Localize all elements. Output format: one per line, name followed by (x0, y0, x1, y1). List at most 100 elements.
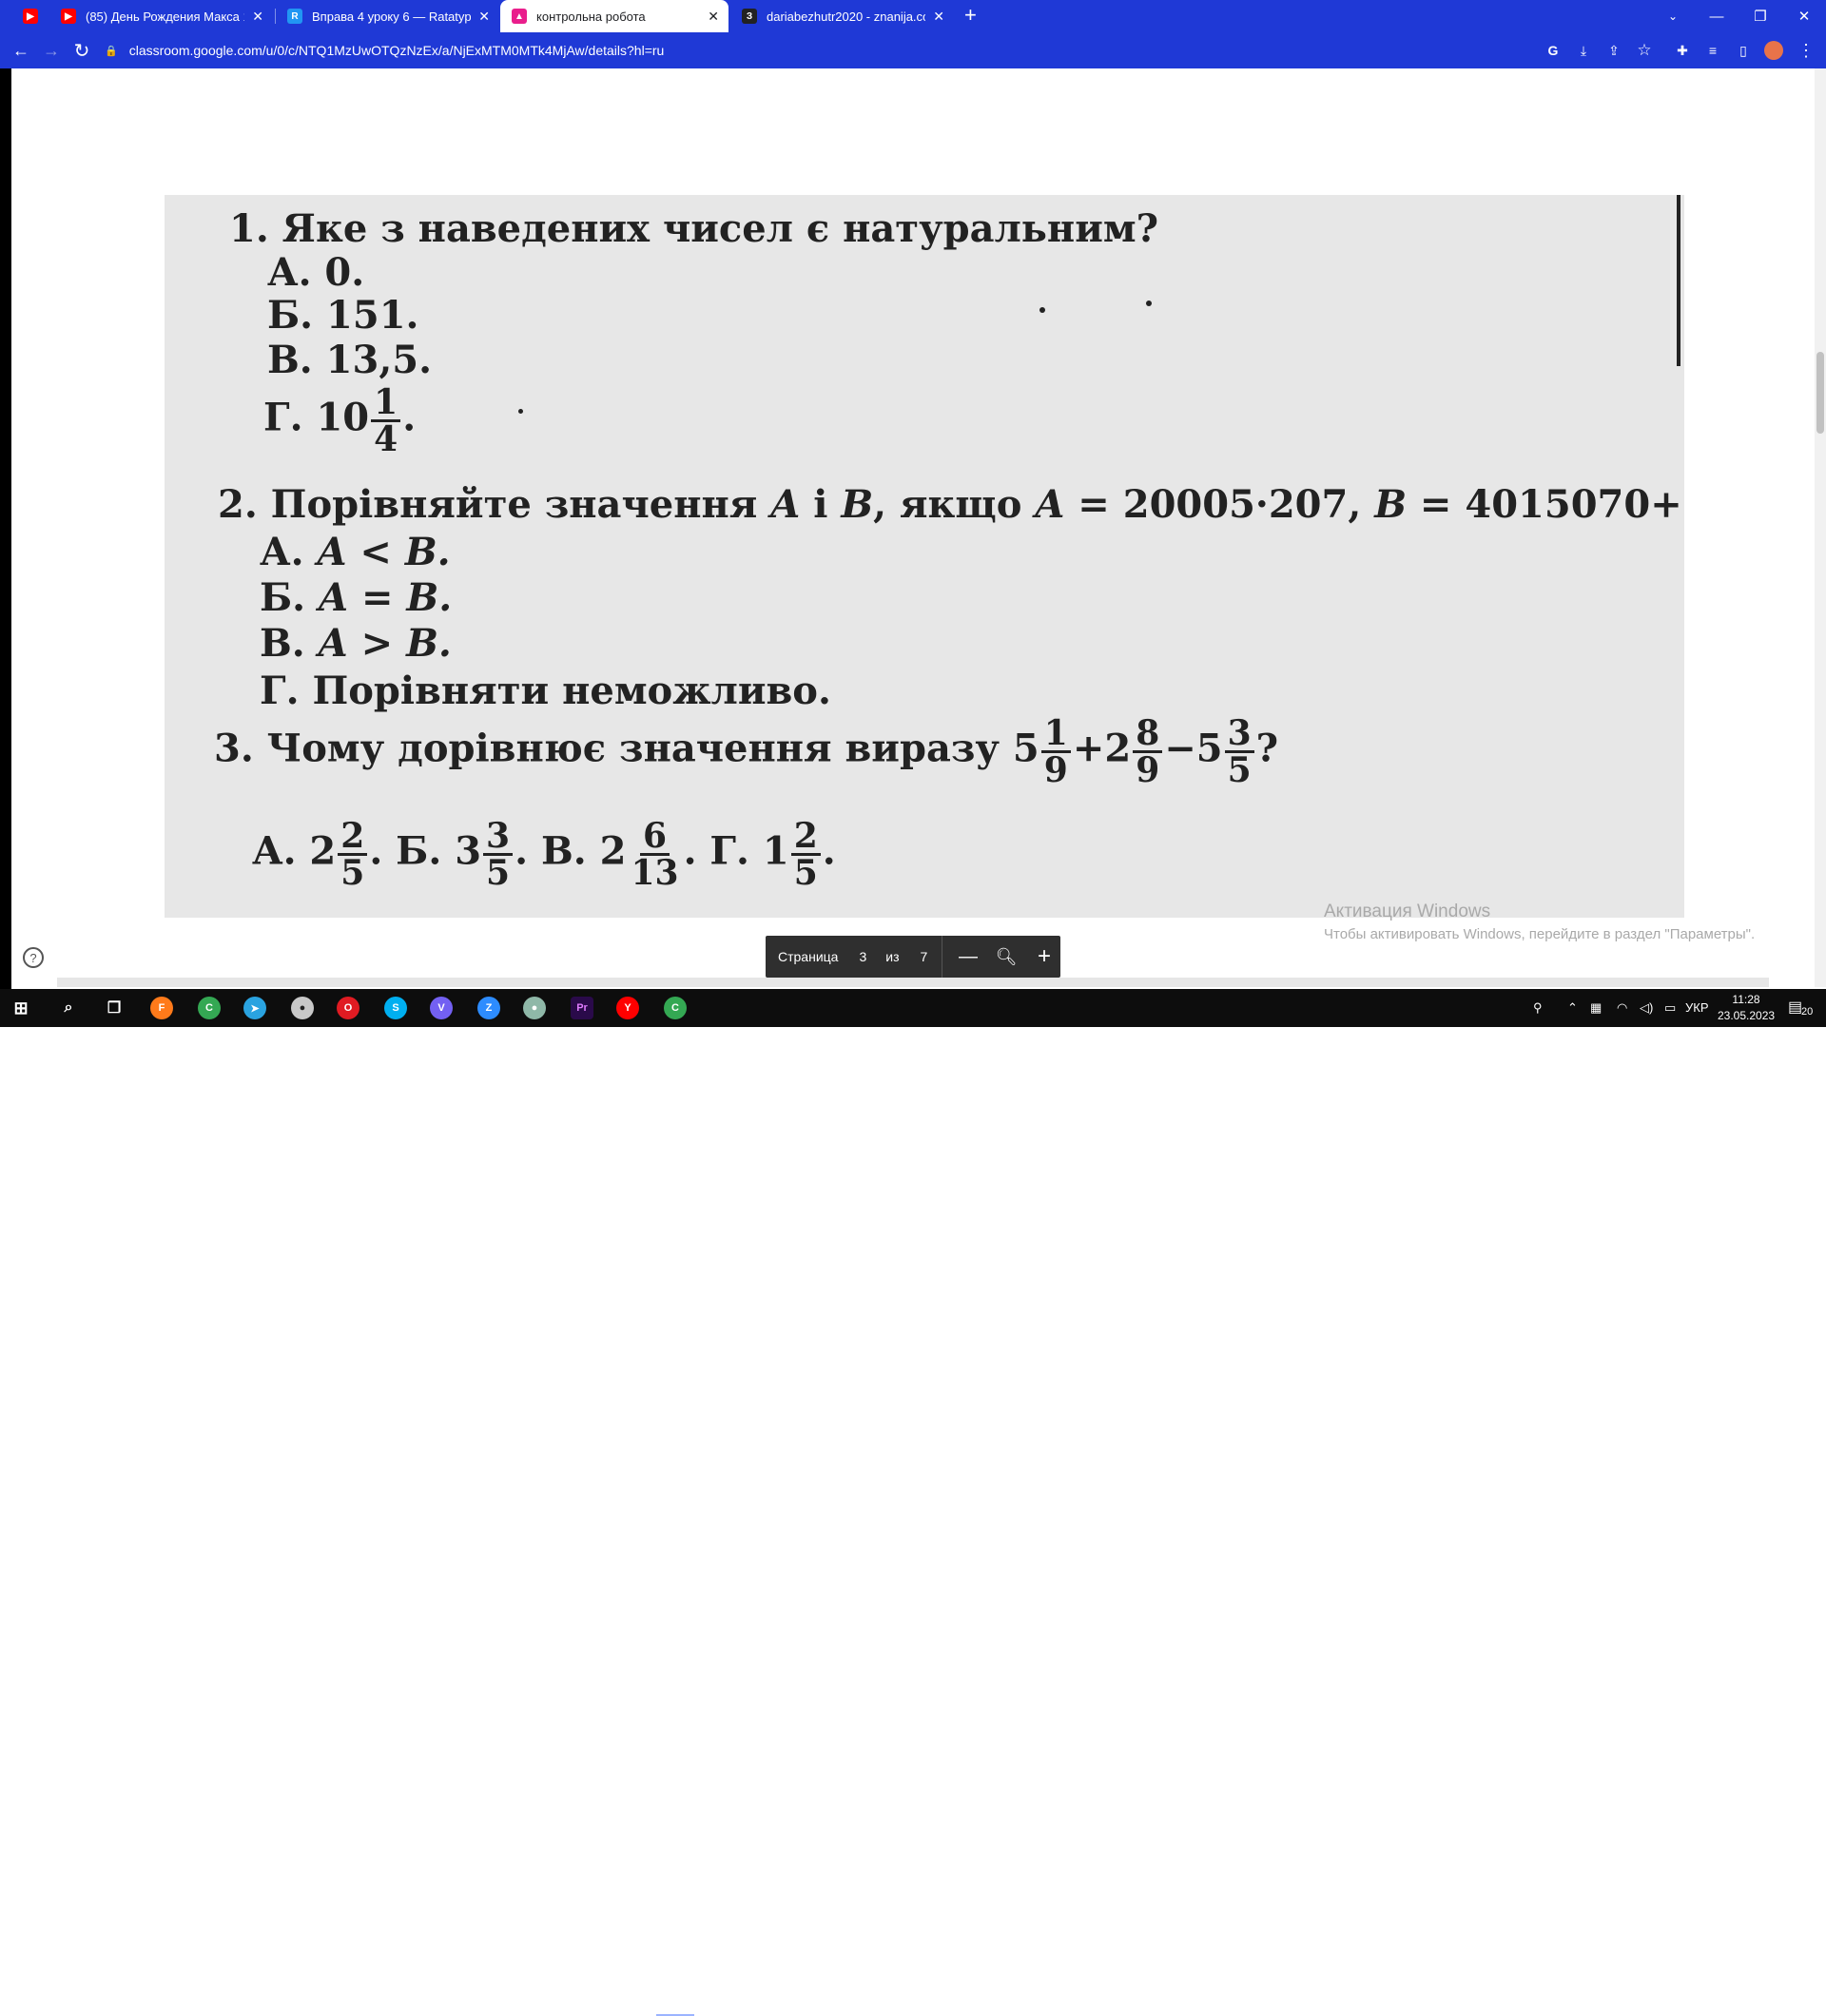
q2-text: 2. Порівняйте значення (218, 482, 771, 527)
tab-2[interactable]: R Вправа 4 уроку 6 — Ratatype ✕ (276, 0, 499, 32)
page-total: 7 (920, 949, 928, 964)
tab-3-active[interactable]: ▲ контрольна робота ✕ (500, 0, 728, 32)
volume-icon[interactable]: ◁) (1640, 1000, 1653, 1016)
new-tab-button[interactable]: + (964, 4, 977, 27)
yandex-icon[interactable]: Y (616, 997, 639, 1019)
zoom-out-button[interactable]: — (956, 945, 981, 968)
fraction-denominator: 5 (486, 853, 511, 893)
skype-icon[interactable]: S (384, 997, 407, 1019)
option-text: A < B. (317, 530, 451, 574)
notifications-icon[interactable]: ▤ (1788, 998, 1802, 1017)
menu-icon[interactable]: ⋮ (1794, 38, 1818, 63)
back-button[interactable]: ← (8, 37, 34, 64)
forward-button[interactable]: → (38, 37, 65, 64)
chrome-active-icon[interactable]: C (664, 997, 687, 1019)
zoom-icon[interactable]: Z (477, 997, 500, 1019)
q2-and: і (800, 482, 842, 527)
task-view-icon[interactable]: ❐ (103, 997, 126, 1019)
close-window-button[interactable]: ✕ (1782, 0, 1826, 32)
battery-icon[interactable]: ▭ (1664, 1000, 1676, 1016)
telegram-icon[interactable]: ➤ (243, 997, 266, 1019)
fraction-numerator: 6 (639, 819, 670, 856)
extensions-icon[interactable]: ✚ (1670, 38, 1695, 63)
viber-icon[interactable]: V (430, 997, 453, 1019)
date: 23.05.2023 (1718, 1009, 1776, 1022)
scan-speck (1146, 300, 1152, 306)
tab-search-chevron-icon[interactable]: ⌄ (1651, 0, 1695, 32)
option-label: В. (260, 621, 319, 666)
chrome-icon[interactable]: C (198, 997, 221, 1019)
tab-title: контрольна робота (536, 9, 646, 24)
help-icon[interactable]: ? (23, 947, 44, 968)
scan-speck (1039, 307, 1045, 313)
q3-end: . (822, 828, 836, 874)
vertical-scrollbar[interactable] (1815, 68, 1826, 987)
classroom-icon: ▲ (512, 9, 527, 24)
browser-toolbar: ← → ↻ 🔒 classroom.google.com/u/0/c/NTQ1M… (0, 32, 1826, 68)
wifi-icon[interactable]: ◠ (1617, 1000, 1627, 1016)
windows-start-icon[interactable]: ⊞ (10, 997, 32, 1019)
tab-title: Вправа 4 уроку 6 — Ratatype (312, 9, 472, 24)
q3-option-b: . Б. 3 (369, 828, 482, 874)
firefox-icon[interactable]: F (150, 997, 173, 1019)
opera-icon[interactable]: O (337, 997, 359, 1019)
fraction-numerator: 1 (371, 385, 401, 422)
premiere-icon[interactable]: Pr (571, 997, 593, 1019)
question-2: 2. Порівняйте значення A і B, якщо A = 2… (218, 482, 1684, 527)
tab-1[interactable]: ▶ (85) День Рождения Макса 10 л ✕ (49, 0, 273, 32)
search-icon[interactable]: ⌕ (57, 997, 80, 1019)
reload-button[interactable]: ↻ (68, 37, 95, 64)
app-icon[interactable]: ● (291, 997, 314, 1019)
reading-list-icon[interactable]: ≡ (1700, 38, 1725, 63)
q3-options: А. 225. Б. 335. В. 2 6 13. Г. 125. (252, 819, 836, 890)
tab-youtube-pinned[interactable]: ▶ (11, 0, 49, 32)
q3-b-fraction: 35 (483, 819, 514, 893)
q2-expr-a-var: A (1035, 482, 1065, 527)
scan-speck (518, 409, 523, 414)
fraction-numerator: 2 (790, 819, 821, 856)
language-indicator[interactable]: УКР (1685, 1000, 1709, 1015)
page-number-input[interactable]: 3 (859, 949, 866, 964)
google-icon[interactable]: G (1541, 38, 1565, 63)
q1-option-v: В. 13,5. (267, 338, 433, 382)
q2-var-b: B (841, 482, 874, 527)
fraction-denominator: 9 (1043, 750, 1068, 790)
page-label: Страница (778, 949, 839, 964)
q2-option-b: Б. A = B. (260, 575, 452, 620)
close-icon[interactable]: ✕ (252, 9, 263, 25)
close-icon[interactable]: ✕ (933, 9, 944, 25)
fraction-numerator: 1 (1040, 716, 1071, 753)
notification-count: 20 (1801, 1006, 1814, 1018)
q2-option-g: Г. Порівняти неможливо. (260, 669, 831, 713)
watermark-title: Активация Windows (1324, 901, 1491, 921)
tab-4[interactable]: З dariabezhutr2020 - znanija.com ✕ (730, 0, 954, 32)
horizontal-scrollbar[interactable] (57, 978, 1769, 987)
close-icon[interactable]: ✕ (478, 9, 490, 25)
scrollbar-thumb[interactable] (1816, 352, 1824, 434)
network-icon[interactable]: ▦ (1590, 1000, 1602, 1016)
close-icon[interactable]: ✕ (708, 9, 719, 25)
people-icon[interactable]: ⚲ (1533, 1000, 1543, 1016)
app-icon-2[interactable]: ● (523, 997, 546, 1019)
install-icon[interactable]: ⤓ (1571, 38, 1596, 63)
bookmark-star-icon[interactable]: ☆ (1632, 38, 1657, 63)
tray-expand-icon[interactable]: ⌃ (1567, 1000, 1578, 1016)
lock-icon[interactable]: 🔒 (105, 45, 118, 57)
q2-var-a: A (770, 482, 801, 527)
q2-option-a: А. A < B. (260, 530, 451, 574)
zoom-in-button[interactable]: + (1032, 943, 1057, 969)
q2-expr-a: = 20005·207, (1064, 482, 1375, 527)
q3-term3-fraction: 35 (1224, 716, 1254, 787)
fraction-numerator: 8 (1133, 716, 1163, 753)
avatar[interactable] (1761, 38, 1786, 63)
restore-button[interactable]: ❐ (1739, 0, 1782, 32)
address-bar[interactable]: 🔒 classroom.google.com/u/0/c/NTQ1MzUwOTQ… (105, 36, 1550, 65)
q2-if: , якщо (873, 482, 1036, 527)
minimize-button[interactable]: — (1695, 0, 1739, 32)
share-icon[interactable]: ⇪ (1602, 38, 1626, 63)
document-image: 1. Яке з наведених чисел є натуральним? … (165, 195, 1684, 918)
zoom-icon[interactable]: 🔍︎ (994, 945, 1019, 968)
clock[interactable]: 11:28 23.05.2023 (1718, 992, 1775, 1024)
page-controls: Страница 3 из 7 — 🔍︎ + (766, 936, 1060, 978)
side-panel-icon[interactable]: ▯ (1731, 38, 1756, 63)
